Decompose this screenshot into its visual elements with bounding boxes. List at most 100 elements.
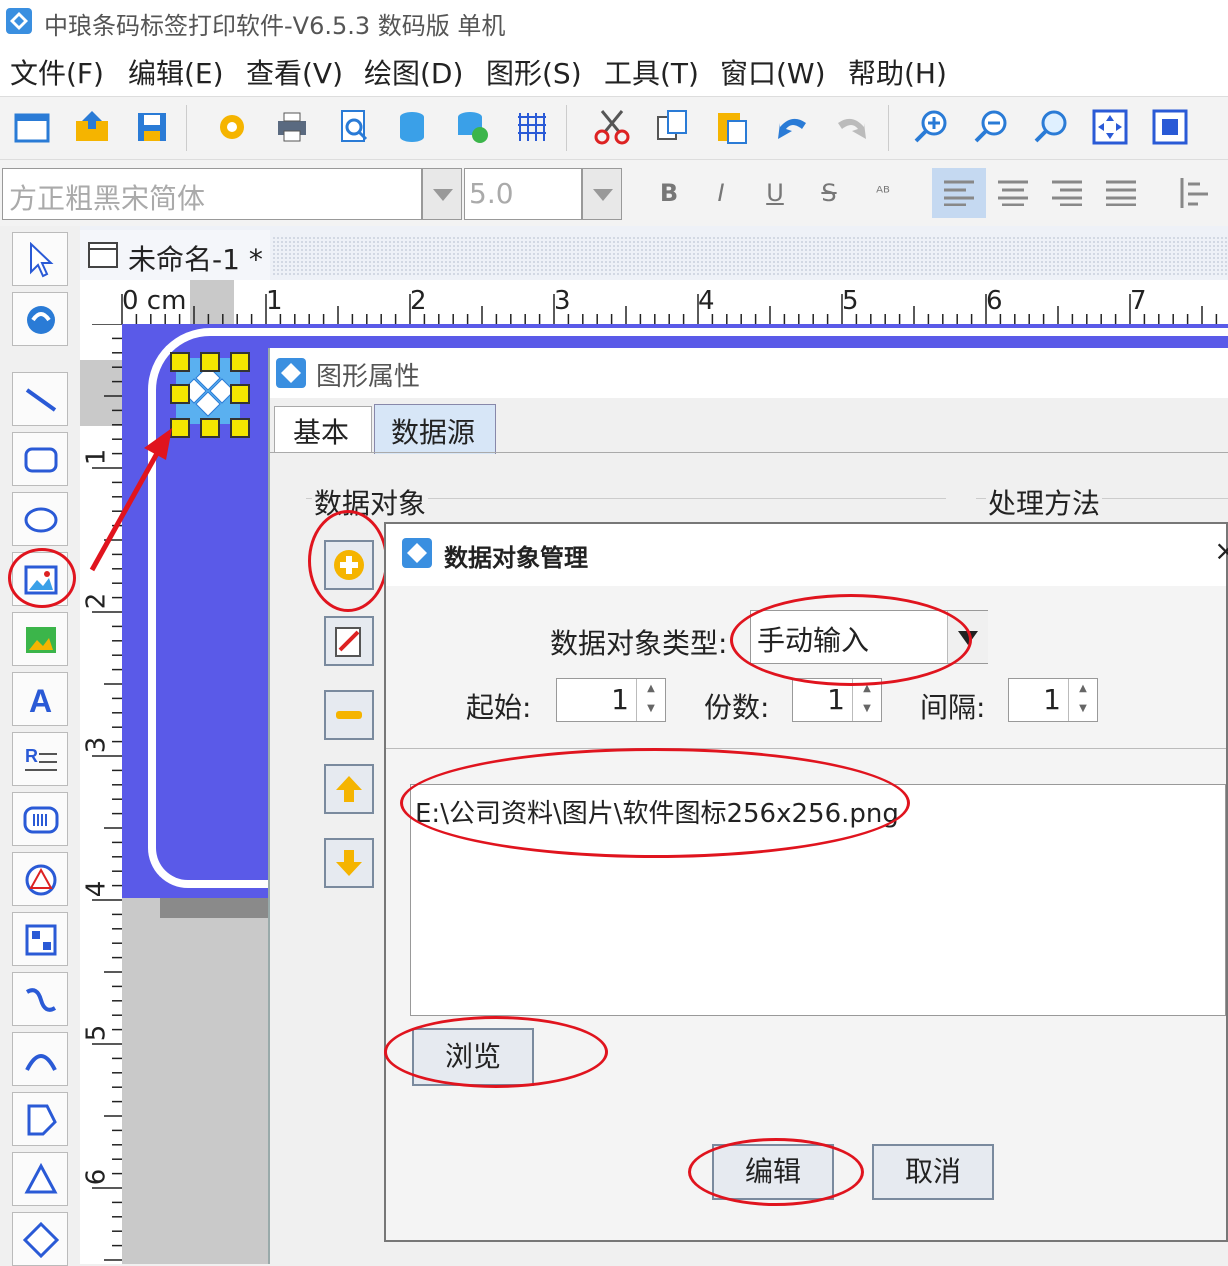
diamond-tool[interactable] [12,1212,68,1266]
polygon-tool[interactable] [12,1092,68,1146]
ellipse-icon [24,507,58,533]
start-stepper[interactable]: 1 ▲ ▼ [556,678,666,722]
font-family-select[interactable]: 方正粗黑宋简体 [2,168,422,220]
zoom-out-icon[interactable] [972,107,1012,147]
settings-icon[interactable] [212,107,252,147]
font-size-dropdown-button[interactable] [582,168,622,220]
shape-tool[interactable] [12,852,68,906]
database-icon[interactable] [392,107,432,147]
remove-data-object-button[interactable] [324,690,374,740]
interval-stepper[interactable]: 1 ▲ ▼ [1008,678,1098,722]
text-tool[interactable]: A [12,672,68,726]
superscript-button[interactable]: ᴬᴮ [858,168,908,218]
menu-view[interactable]: 查看(V) [246,52,343,92]
undo-icon[interactable] [772,107,812,147]
menu-edit[interactable]: 编辑(E) [128,52,224,92]
move-up-button[interactable] [324,764,374,814]
menu-draw[interactable]: 绘图(D) [364,52,463,92]
triangle-icon [24,1162,58,1194]
distribute-button[interactable] [1170,168,1220,218]
menu-help[interactable]: 帮助(H) [848,52,947,92]
arc-tool[interactable] [12,1032,68,1086]
type-dropdown-button[interactable] [947,611,988,663]
distribute-icon [1180,178,1208,208]
menu-tools[interactable]: 工具(T) [604,52,699,92]
arrow-up-icon [336,776,362,802]
font-family-dropdown-button[interactable] [422,168,462,220]
grid-icon[interactable] [512,107,552,147]
strikethrough-button[interactable]: S [804,168,854,218]
edit-data-object-button[interactable] [324,616,374,666]
bold-button[interactable]: B [644,168,694,218]
count-label: 份数: [704,691,770,724]
paste-icon[interactable] [712,107,752,147]
image-tool[interactable] [12,552,68,606]
line-tool[interactable] [12,372,68,426]
underline-button[interactable]: U [750,168,800,218]
align-center-button[interactable] [988,168,1038,218]
drawing-toolbox: A R [0,226,81,1266]
copy-icon[interactable] [652,107,692,147]
redo-icon[interactable] [832,107,872,147]
selection-handle[interactable] [200,352,220,372]
browse-button[interactable]: 浏览 [412,1028,534,1086]
cancel-button[interactable]: 取消 [872,1144,994,1200]
stepper-arrows[interactable]: ▲ ▼ [1068,679,1097,721]
italic-button[interactable]: I [696,168,746,218]
document-icon [88,242,118,268]
document-tab[interactable]: 未命名-1 * [80,230,270,280]
barcode-tool[interactable] [12,792,68,846]
picture-tool[interactable] [12,612,68,666]
close-icon[interactable]: × [1214,534,1228,567]
menu-file[interactable]: 文件(F) [10,52,104,92]
pan-tool[interactable] [12,292,68,346]
stepper-arrows[interactable]: ▲ ▼ [636,679,665,721]
select-tool[interactable] [12,232,68,286]
selection-handle[interactable] [170,384,190,404]
type-select[interactable]: 手动输入 [750,610,988,664]
add-data-object-button[interactable] [324,540,374,590]
align-right-button[interactable] [1042,168,1092,218]
actual-size-icon[interactable] [1150,107,1190,147]
rich-text-tool[interactable]: R [12,732,68,786]
menu-shape[interactable]: 图形(S) [486,52,582,92]
selection-handle[interactable] [230,418,250,438]
fit-icon[interactable] [1090,107,1130,147]
selection-handle[interactable] [230,352,250,372]
cut-icon[interactable] [592,107,632,147]
align-justify-button[interactable] [1096,168,1146,218]
svg-text:R: R [25,746,38,766]
ruler-h-ticks [121,294,1218,324]
data-content-value: E:\公司资料\图片\软件图标256x256.png [415,799,899,829]
align-left-button[interactable] [932,168,986,218]
stepper-arrows[interactable]: ▲ ▼ [852,679,881,721]
document-tab-title: 未命名-1 * [128,243,263,276]
print-preview-icon[interactable] [334,107,374,147]
save-icon[interactable] [132,107,172,147]
edit-button[interactable]: 编辑 [712,1144,834,1200]
zoom-icon[interactable] [1032,107,1072,147]
triangle-tool[interactable] [12,1152,68,1206]
selection-handle[interactable] [230,384,250,404]
font-size-input[interactable]: 5.0 [464,168,582,220]
tab-basic[interactable]: 基本 [274,406,372,452]
count-stepper[interactable]: 1 ▲ ▼ [792,678,882,722]
menu-window[interactable]: 窗口(W) [720,52,826,92]
data-content-textarea[interactable]: E:\公司资料\图片\软件图标256x256.png [410,784,1226,1016]
qrcode-tool[interactable] [12,912,68,966]
open-icon[interactable] [72,107,112,147]
new-icon[interactable] [12,107,52,147]
database-connect-icon[interactable] [452,107,492,147]
ellipse-tool[interactable] [12,492,68,546]
data-object-manager-dialog: 数据对象管理 × 数据对象类型: 手动输入 起始: 1 ▲ ▼ 份数: 1 ▲ ▼ … [384,522,1228,1242]
zoom-in-icon[interactable] [912,107,952,147]
curve-tool[interactable] [12,972,68,1026]
selection-handle[interactable] [200,418,220,438]
print-icon[interactable] [272,107,312,147]
tab-datasource[interactable]: 数据源 [374,404,496,454]
ruler-v-mark: 2 [81,592,112,610]
selection-handle[interactable] [170,352,190,372]
polygon-icon [27,1104,57,1136]
move-down-button[interactable] [324,838,374,888]
rectangle-tool[interactable] [12,432,68,486]
